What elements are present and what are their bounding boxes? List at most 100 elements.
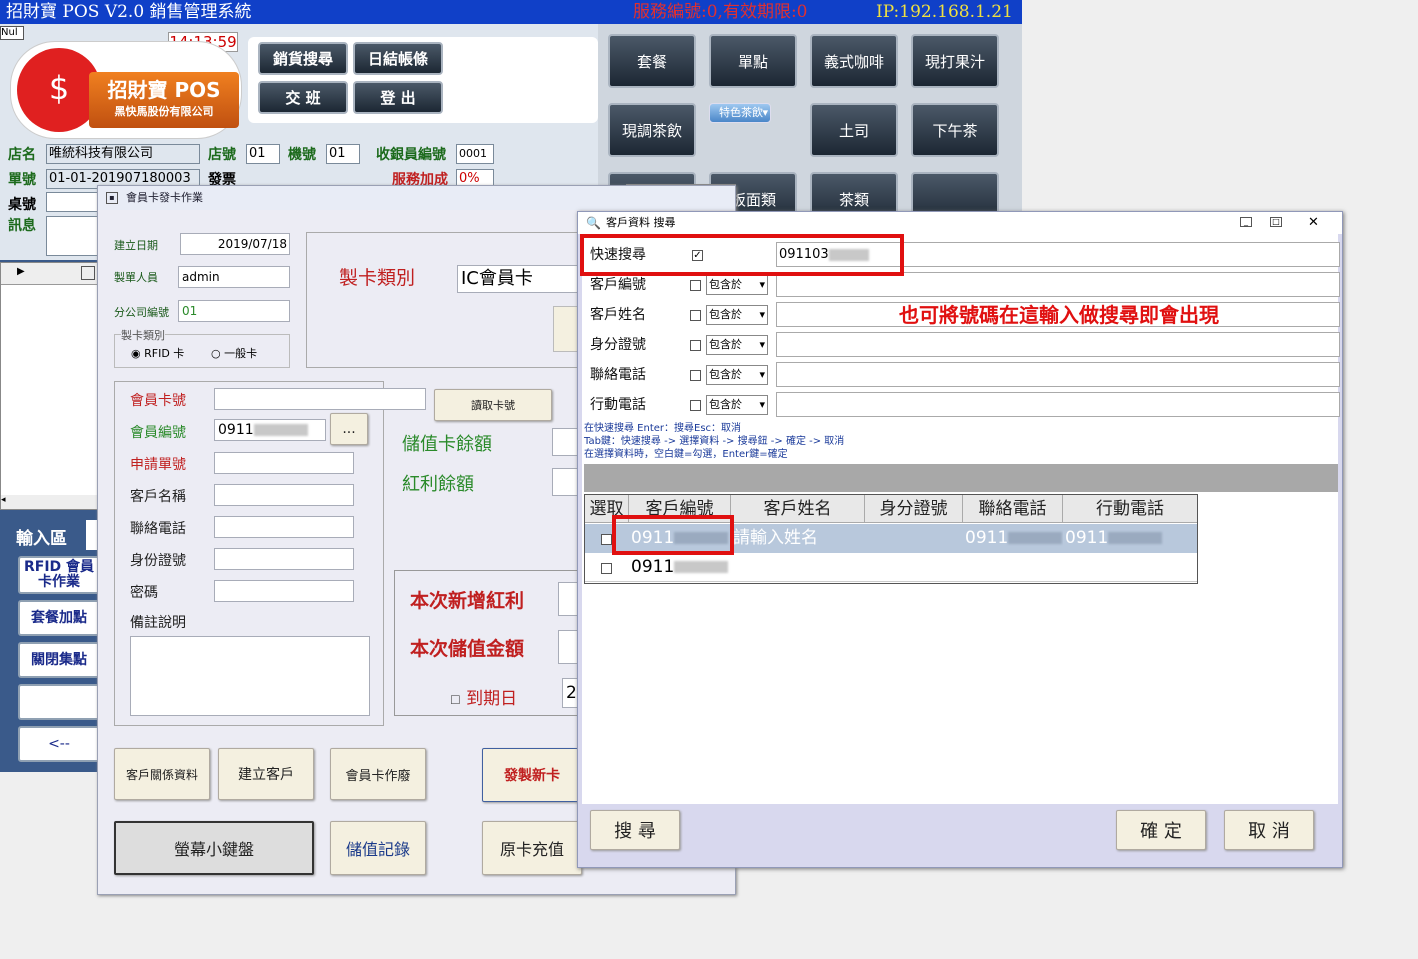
daily-close-button[interactable]: 日結帳條 [353,42,443,75]
maker-field[interactable]: admin [178,266,290,288]
table-row[interactable]: 0911 [585,553,1197,582]
create-customer-button[interactable]: 建立客戶 [218,748,314,800]
apply-no-field[interactable] [214,452,354,474]
store-name-label: 店名 [8,147,36,163]
id-no-field[interactable] [776,332,1340,357]
customer-id-checkbox[interactable] [690,280,701,291]
mobile-op[interactable]: 包含於 [706,395,768,415]
id-no-op[interactable]: 包含於 [706,335,768,355]
service-info: 服務編號:0,有效期限:0 [633,2,808,22]
password-field[interactable] [214,580,354,602]
logout-button[interactable]: 登 出 [353,81,443,114]
menu-coffee[interactable]: 義式咖啡 [810,34,898,88]
id-no-checkbox[interactable] [690,340,701,351]
rfid-card-button[interactable]: RFID 會員卡作業 [18,556,100,594]
menu-juice[interactable]: 現打果汁 [911,34,999,88]
note-field[interactable] [130,636,370,716]
input-area-label: 輸入區 [16,529,67,549]
mobile-label: 行動電話 [590,397,646,413]
maximize-icon[interactable]: □ [1270,217,1282,227]
phone-checkbox[interactable] [690,370,701,381]
phone-label: 聯絡電話 [590,367,646,383]
shift-button[interactable]: 交 班 [258,81,348,114]
phone-op[interactable]: 包含於 [706,365,768,385]
search-button[interactable]: 搜 尋 [590,810,680,850]
create-date-field[interactable]: 2019/07/18 [180,233,290,255]
customer-name-checkbox[interactable] [690,310,701,321]
cashier-no: 0001 [456,144,494,164]
help-text: 在快速搜尋 Enter：搜尋Esc：取消 Tab鍵：快速搜尋 -> 選擇資料 -… [584,423,845,460]
back-button[interactable]: <-- [18,726,100,762]
machine-label: 機號 [288,147,316,163]
branch-label: 分公司編號 [114,306,169,319]
id-label: 身份證號 [130,553,186,569]
recharge-button[interactable]: 原卡充值 [482,821,582,875]
card-type-panel: 製卡類別 IC會員卡 [306,232,581,368]
customer-name-op[interactable]: 包含於 [706,305,768,325]
row-checkbox[interactable] [601,563,612,574]
blank-button[interactable] [18,684,100,720]
row-mobile: 0911 [1065,524,1195,552]
row-pointer-icon: ▶ [17,266,25,277]
menu-toast[interactable]: 土司 [810,103,898,157]
menu-single[interactable]: 單點 [709,34,797,88]
close-points-button[interactable]: 關閉集點 [18,642,100,678]
member-no-field[interactable]: 0911 [214,419,326,441]
minimize-icon[interactable]: _ [1240,217,1252,227]
logo-title: 招財寶 POS [107,78,221,102]
expiry-checkbox[interactable]: ☐ 到期日 [450,684,517,709]
cancel-button[interactable]: 取 消 [1224,810,1314,850]
ip-info: IP:192.168.1.21 [876,2,1013,22]
col-phone[interactable]: 聯絡電話 [963,495,1063,523]
order-grid[interactable]: ▶ ◂ [0,262,101,510]
records-button[interactable]: 儲值記錄 [330,821,426,875]
order-label: 單號 [8,172,36,188]
checkbox-icon [81,266,95,280]
rfid-radio[interactable]: ◉ RFID 卡 [131,345,184,361]
customer-name-field[interactable]: 也可將號碼在這輸入做搜尋即會出現 [776,302,1340,327]
sales-search-button[interactable]: 銷貨搜尋 [258,42,348,75]
scrollbar[interactable]: ◂ [1,495,99,509]
customer-id-op[interactable]: 包含於 [706,275,768,295]
close-icon[interactable]: ✕ [1308,212,1319,234]
customer-name-field[interactable] [214,484,354,506]
numlock-indicator: Nul [0,26,24,40]
store-no-label: 店號 [208,147,236,163]
highlight-result [612,515,734,555]
password-label: 密碼 [130,585,158,601]
issue-card-button[interactable]: 發製新卡 [482,748,582,802]
keyboard-button[interactable]: 螢幕小鍵盤 [114,821,314,875]
phone-field[interactable] [776,362,1340,387]
phone-label: 聯絡電話 [130,521,186,537]
bonus-balance-label: 紅利餘額 [402,474,474,495]
id-field[interactable] [214,548,354,570]
id-no-label: 身分證號 [590,337,646,353]
branch-field[interactable]: 01 [178,300,290,322]
col-mobile[interactable]: 行動電話 [1063,495,1197,523]
card-type-field[interactable]: IC會員卡 [457,265,581,293]
maker-label: 製單人員 [114,271,158,284]
menu-special-tea[interactable]: 特色茶飲 [709,103,771,123]
menu-tea[interactable]: 現調茶飲 [608,103,696,157]
browse-button[interactable]: ... [330,413,368,445]
logo: $ 招財寶 POS 黑快馬股份有限公司 [10,41,242,139]
customer-search-window: 🔍 客戶資料 搜尋 _ □ ✕ 快速搜尋 ✓ 091103 客戶編號包含於 客戶… [577,211,1343,868]
ok-button[interactable]: 確 定 [1116,810,1206,850]
normal-radio[interactable]: ○ 一般卡 [211,345,257,361]
search-row-name: 客戶姓名 包含於 也可將號碼在這輸入做搜尋即會出現 [586,302,1340,328]
menu-afternoon-tea[interactable]: 下午茶 [911,103,999,157]
mobile-checkbox[interactable] [690,400,701,411]
table-field[interactable] [46,192,100,212]
read-card-button[interactable]: 讀取卡號 [434,389,552,421]
combo-add-button[interactable]: 套餐加點 [18,600,100,636]
phone-field[interactable] [214,516,354,538]
machine-no: 01 [326,144,360,164]
relation-button[interactable]: 客戶關係資料 [114,748,210,800]
void-card-button[interactable]: 會員卡作廢 [330,748,426,800]
card-no-field[interactable] [214,388,426,410]
col-id-no[interactable]: 身分證號 [865,495,963,523]
menu-combo[interactable]: 套餐 [608,34,696,88]
mobile-field[interactable] [776,392,1340,417]
col-customer-name[interactable]: 客戶姓名 [731,495,865,523]
row-checkbox[interactable] [601,534,612,545]
